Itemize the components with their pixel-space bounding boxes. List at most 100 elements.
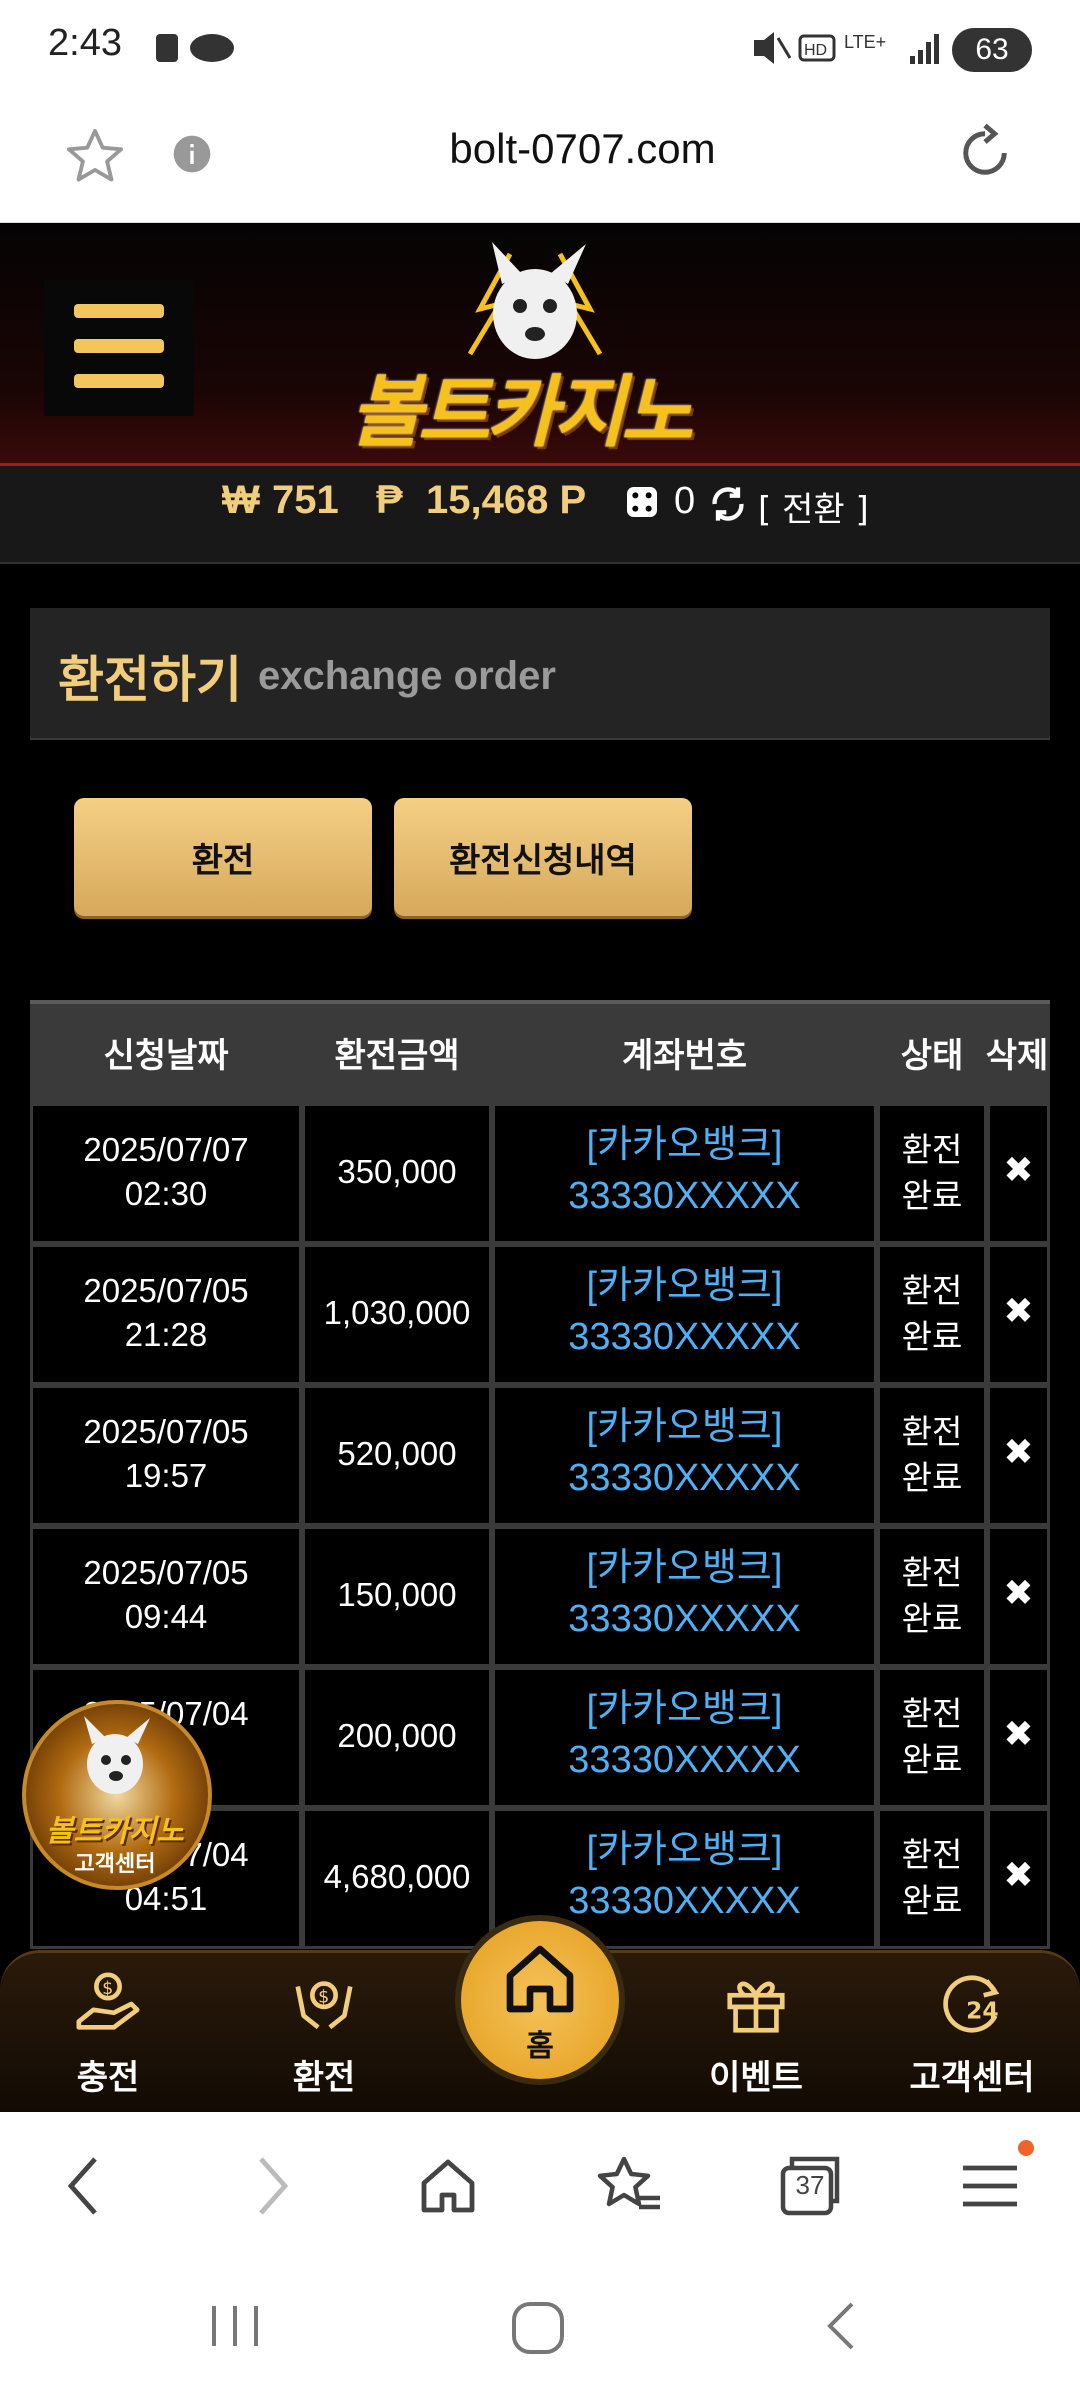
row-status: 완료: [901, 1882, 963, 1919]
nav-exchange-label: 환전: [292, 2058, 356, 2098]
delete-icon[interactable]: ✖: [987, 1573, 1050, 1614]
row-bank[interactable]: [카카오뱅크]: [492, 1120, 877, 1170]
row-time: 09:44: [124, 1598, 208, 1635]
nav-home-label: 홈: [526, 2029, 554, 2064]
row-account[interactable]: 33330XXXXX: [492, 1171, 877, 1221]
row-status: 환전: [901, 1554, 963, 1591]
withdraw-icon: $: [295, 1981, 353, 2030]
battery-indicator: 63: [952, 28, 1032, 72]
svg-text:$: $: [102, 1979, 113, 1999]
bookmarks-icon[interactable]: [594, 2150, 666, 2222]
hamburger-menu-button[interactable]: [44, 280, 194, 416]
tab-exchange[interactable]: 환전: [74, 798, 372, 916]
site-logo[interactable]: 볼트카지노: [350, 350, 730, 458]
row-time: 19:57: [124, 1457, 208, 1494]
row-amount: 350,000: [337, 1153, 457, 1190]
recent-apps-icon[interactable]: [200, 2296, 270, 2356]
point-symbol: ₱: [376, 478, 403, 522]
won-symbol: ₩: [222, 478, 260, 522]
row-time: 02:30: [124, 1175, 208, 1212]
svg-text:HD: HD: [804, 42, 827, 59]
row-bank[interactable]: [카카오뱅크]: [492, 1261, 877, 1311]
nav-support[interactable]: 24 고객센터: [872, 1955, 1072, 2105]
support-24-icon: 24: [943, 1975, 1000, 2033]
floating-support-logo: 볼트카지노: [46, 1814, 184, 1849]
back-icon[interactable]: [50, 2150, 122, 2222]
row-status: 완료: [901, 1600, 963, 1637]
menu-notification-dot: [1018, 2140, 1034, 2156]
svg-text:$: $: [318, 1988, 329, 2008]
row-date: 2025/07/05: [83, 1554, 249, 1591]
deposit-icon: $: [76, 1972, 140, 2030]
nav-home[interactable]: 홈: [455, 1915, 625, 2085]
row-amount: 200,000: [337, 1717, 457, 1754]
refresh-icon[interactable]: [708, 484, 748, 524]
column-header-date: 신청날짜: [103, 1036, 229, 1076]
tab-exchange-history[interactable]: 환전신청내역: [394, 798, 692, 916]
delete-icon[interactable]: ✖: [987, 1855, 1050, 1896]
column-header-amount: 환전금액: [334, 1036, 460, 1076]
row-status: 환전: [901, 1695, 963, 1732]
notification-icons: [156, 34, 234, 62]
row-account[interactable]: 33330XXXXX: [492, 1453, 877, 1503]
svg-text:24: 24: [966, 1997, 998, 2025]
row-amount: 520,000: [337, 1435, 457, 1472]
delete-icon[interactable]: ✖: [987, 1714, 1050, 1755]
row-amount: 1,030,000: [323, 1294, 471, 1331]
row-status: 완료: [901, 1741, 963, 1778]
nav-event-label: 이벤트: [709, 2058, 803, 2098]
column-header-status: 상태: [900, 1036, 964, 1076]
nav-event[interactable]: 이벤트: [656, 1955, 856, 2105]
home-icon: [506, 1945, 574, 2013]
browser-toolbar: [0, 2112, 1080, 2260]
nav-charge[interactable]: $ 충전: [8, 1955, 208, 2105]
nav-exchange[interactable]: $ 환전: [224, 1955, 424, 2105]
nav-support-label: 고객센터: [909, 2058, 1035, 2098]
row-date: 2025/07/07: [83, 1131, 249, 1168]
row-account[interactable]: 33330XXXXX: [492, 1735, 877, 1785]
row-amount: 150,000: [337, 1576, 457, 1613]
dog-mascot-icon: [84, 1716, 150, 1794]
reload-icon[interactable]: [952, 120, 1018, 186]
url-text[interactable]: bolt-0707.com: [0, 125, 1080, 173]
point-balance: 15,468 P: [426, 478, 587, 522]
row-bank[interactable]: [카카오뱅크]: [492, 1825, 877, 1875]
row-date: 2025/07/05: [83, 1413, 249, 1450]
row-status: 환전: [901, 1131, 963, 1168]
home-icon[interactable]: [412, 2150, 484, 2222]
row-status: 환전: [901, 1836, 963, 1873]
row-account[interactable]: 33330XXXXX: [492, 1594, 877, 1644]
nav-charge-label: 충전: [76, 2058, 140, 2098]
delete-icon[interactable]: ✖: [987, 1432, 1050, 1473]
row-date: 2025/07/05: [83, 1272, 249, 1309]
convert-button[interactable]: [ 전환 ]: [758, 482, 869, 531]
row-time: 04:51: [124, 1880, 208, 1917]
floating-support-label: 고객센터: [74, 1852, 156, 1877]
delete-icon[interactable]: ✖: [987, 1291, 1050, 1332]
home-button-icon[interactable]: [506, 2296, 570, 2360]
column-header-account: 계좌번호: [621, 1036, 748, 1076]
row-status: 완료: [901, 1318, 963, 1355]
system-back-icon[interactable]: [812, 2296, 872, 2356]
row-status: 완료: [901, 1459, 963, 1496]
row-status: 환전: [901, 1272, 963, 1309]
dice-icon: [627, 487, 657, 517]
svg-text:LTE+: LTE+: [844, 32, 886, 52]
row-bank[interactable]: [카카오뱅크]: [492, 1543, 877, 1593]
row-time: 21:28: [124, 1316, 208, 1353]
signal-icons: HD LTE+: [754, 32, 939, 64]
row-amount: 4,680,000: [323, 1858, 471, 1895]
row-status: 완료: [901, 1177, 963, 1214]
gift-icon: [727, 1981, 785, 2033]
row-bank[interactable]: [카카오뱅크]: [492, 1684, 877, 1734]
delete-icon[interactable]: ✖: [987, 1150, 1050, 1191]
won-balance: 751: [272, 478, 339, 522]
forward-icon[interactable]: [234, 2150, 306, 2222]
row-status: 환전: [901, 1413, 963, 1450]
status-time: 2:43: [48, 22, 122, 64]
menu-icon[interactable]: [954, 2150, 1026, 2222]
row-account[interactable]: 33330XXXXX: [492, 1312, 877, 1362]
dice-count: 0: [674, 480, 696, 522]
page-subtitle: exchange order: [258, 654, 556, 698]
row-bank[interactable]: [카카오뱅크]: [492, 1402, 877, 1452]
